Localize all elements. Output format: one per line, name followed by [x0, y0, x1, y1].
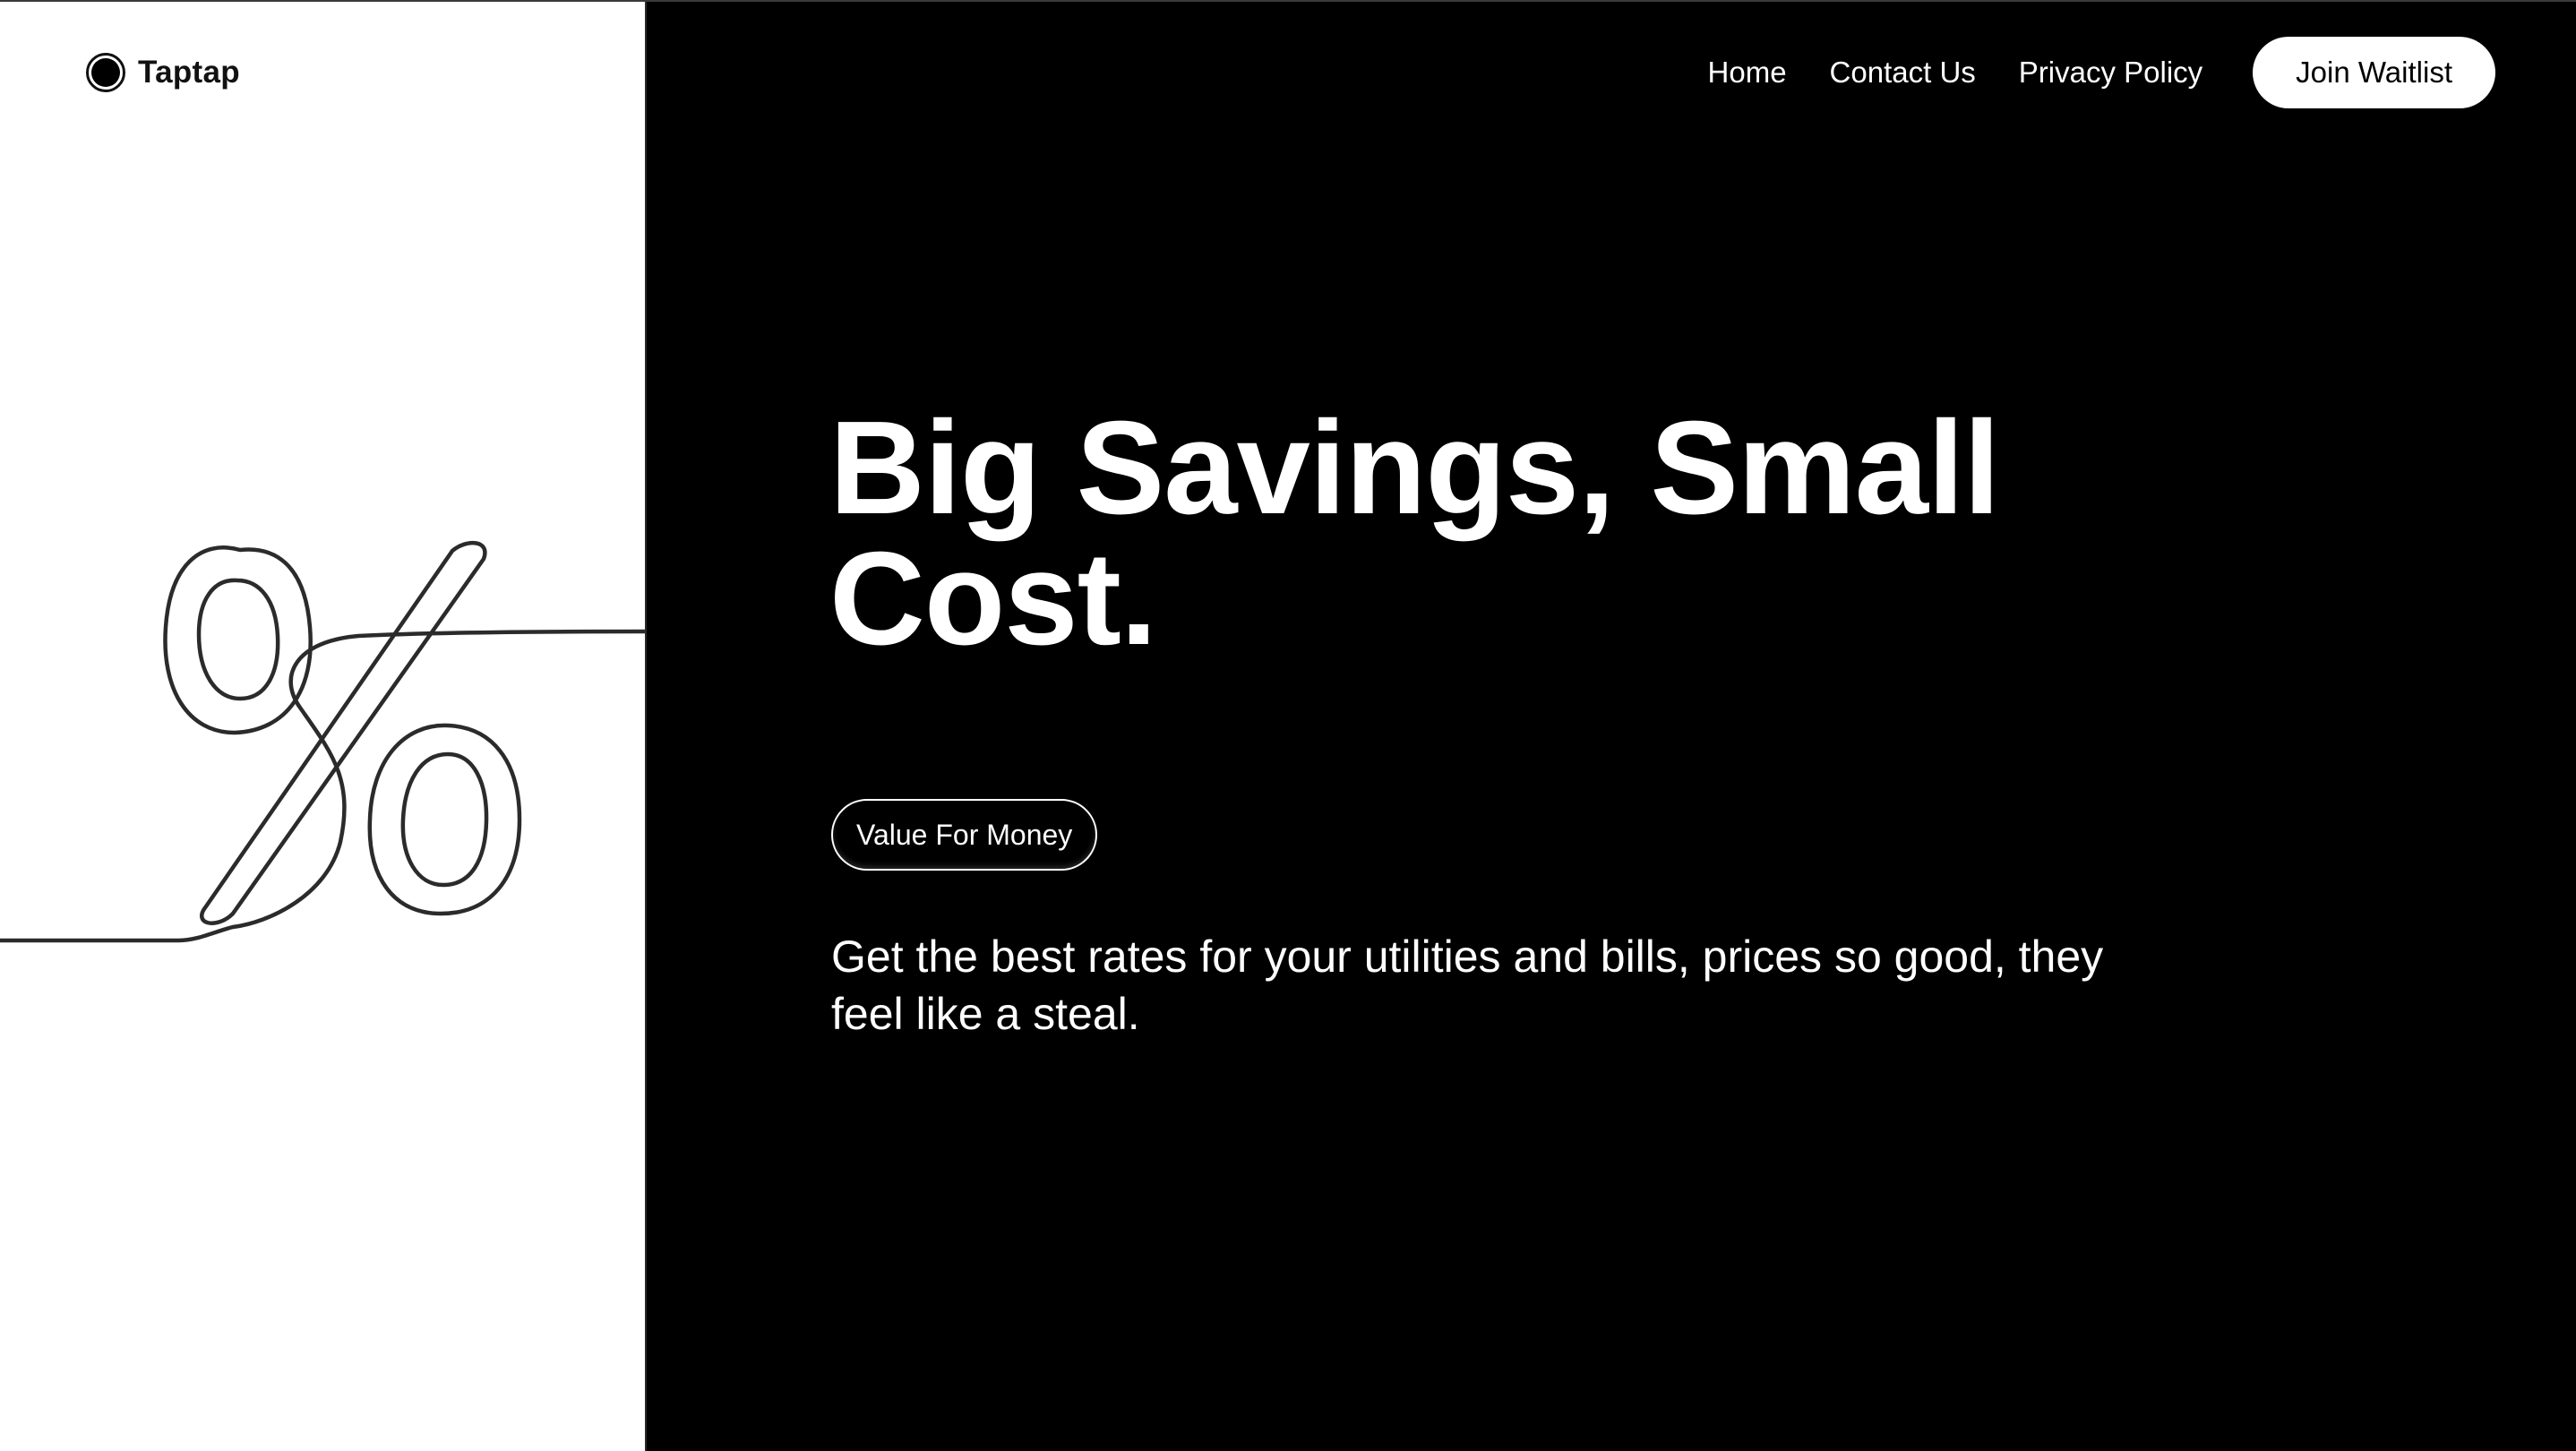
nav-link-contact-us[interactable]: Contact Us	[1830, 56, 1976, 90]
hero-subtitle: Get the best rates for your utilities an…	[831, 932, 2104, 1039]
nav-link-privacy-policy[interactable]: Privacy Policy	[2019, 56, 2202, 90]
join-waitlist-button[interactable]: Join Waitlist	[2253, 37, 2495, 108]
main-nav: Home Contact Us Privacy Policy Join Wait…	[1708, 36, 2495, 109]
hero-title: Big Savings, Small Cost.	[829, 394, 2000, 673]
right-panel	[647, 0, 2576, 1451]
value-badge: Value For Money	[831, 799, 1098, 871]
circle-logo-icon	[86, 53, 125, 92]
nav-link-home[interactable]: Home	[1708, 56, 1787, 90]
percent-line-art-icon	[0, 540, 647, 943]
brand-name: Taptap	[138, 55, 240, 90]
left-panel: Taptap	[0, 0, 647, 1451]
top-border	[0, 0, 2576, 2]
brand-logo-link[interactable]: Taptap	[86, 50, 240, 95]
